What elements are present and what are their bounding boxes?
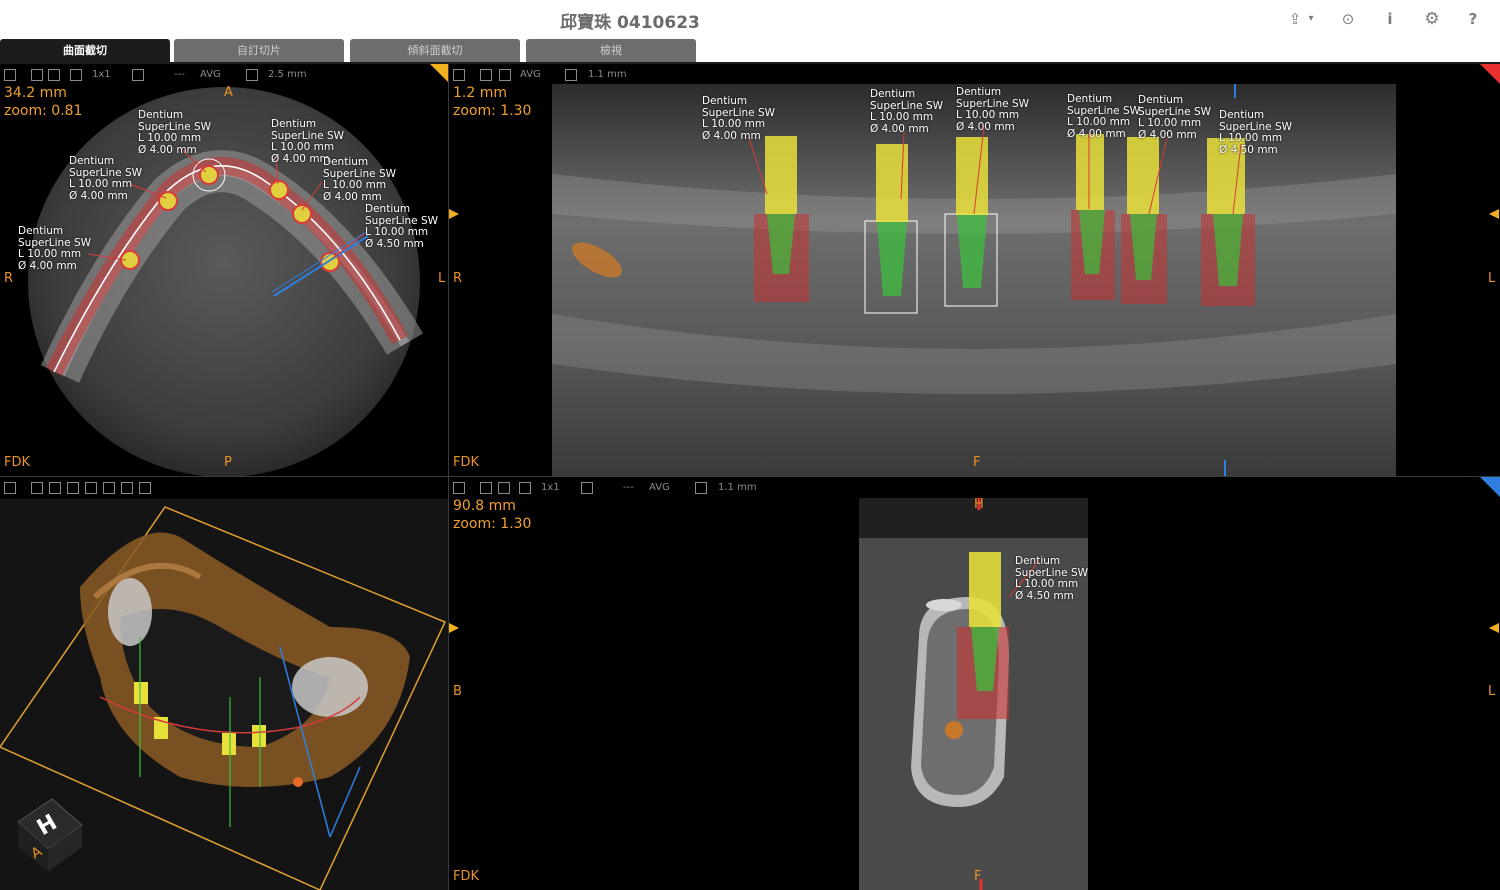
tab-custom-slice[interactable]: 自訂切片 <box>174 39 344 62</box>
orient-left: B <box>453 684 462 699</box>
axial-view[interactable]: 1x1 --- AVG 2.5 mm 34.2 mm zoom: 0.81 A … <box>0 64 448 476</box>
orient-bottom: P <box>224 455 232 470</box>
slice-handle-left[interactable] <box>449 209 459 219</box>
tab-oblique-slice[interactable]: 傾斜面截切 <box>350 39 520 62</box>
view-corner-marker <box>1480 477 1500 497</box>
help-icon[interactable]: ? <box>1462 8 1484 30</box>
recon-label: FDK <box>4 455 31 470</box>
volume-3d-view[interactable]: H A <box>0 477 448 890</box>
zoom-level: zoom: 1.30 <box>453 103 532 119</box>
implant-label: Dentium SuperLine SW L 10.00 mm Ø 4.50 m… <box>1015 555 1089 602</box>
implant-label: Dentium SuperLine SW L 10.00 mm Ø 4.00 m… <box>18 225 92 272</box>
implant-label: Dentium SuperLine SW L 10.00 mm Ø 4.00 m… <box>1138 94 1212 141</box>
volume-image <box>0 499 448 890</box>
info-icon[interactable]: i <box>1379 8 1401 30</box>
implant-label: Dentium SuperLine SW L 10.00 mm Ø 4.50 m… <box>1219 109 1293 156</box>
orient-bottom: F <box>973 455 981 470</box>
tab-curved-slice[interactable]: 曲面截切 <box>0 39 170 62</box>
orient-left: R <box>4 271 14 286</box>
view-corner-marker <box>430 64 448 82</box>
slice-handle-right[interactable] <box>1489 623 1499 633</box>
zoom-level: zoom: 1.30 <box>453 516 532 532</box>
orient-top: H <box>974 497 984 512</box>
tab-view[interactable]: 檢視 <box>526 39 696 62</box>
implant-label: Dentium SuperLine SW L 10.00 mm Ø 4.00 m… <box>323 156 397 203</box>
cross-section-image <box>859 498 1088 890</box>
tab-bar: 曲面截切 自訂切片 傾斜面截切 檢視 <box>0 38 1500 62</box>
implant-label: Dentium SuperLine SW L 10.00 mm Ø 4.00 m… <box>69 155 143 202</box>
orient-right: L <box>1488 271 1496 286</box>
orient-top: A <box>224 85 233 100</box>
slice-handle-left[interactable] <box>449 623 459 633</box>
zoom-level: zoom: 0.81 <box>4 103 83 119</box>
view-corner-marker <box>1480 64 1500 84</box>
cross-section-view[interactable]: 1x1 --- AVG 1.1 mm 90.8 mm zoom: 1.30 H … <box>449 477 1500 890</box>
slice-position: 1.2 mm <box>453 85 507 101</box>
app-title: 邱寶珠 0410623 <box>560 13 700 33</box>
slice-position: 90.8 mm <box>453 498 516 514</box>
view-divider[interactable] <box>0 476 1500 477</box>
implant-label: Dentium SuperLine SW L 10.00 mm Ø 4.50 m… <box>365 203 439 250</box>
view-divider[interactable] <box>448 64 449 890</box>
recon-label: FDK <box>453 869 480 884</box>
title-bar: 邱寶珠 0410623 ⇪ ▾ ⊙ i ⚙ ? <box>0 0 1500 38</box>
implant-label: Dentium SuperLine SW L 10.00 mm Ø 4.00 m… <box>702 95 776 142</box>
implant-label: Dentium SuperLine SW L 10.00 mm Ø 4.00 m… <box>956 86 1030 133</box>
implant-label: Dentium SuperLine SW L 10.00 mm Ø 4.00 m… <box>870 88 944 135</box>
implant-label: Dentium SuperLine SW L 10.00 mm Ø 4.00 m… <box>138 109 212 156</box>
orient-right: L <box>438 271 446 286</box>
slice-position: 34.2 mm <box>4 85 67 101</box>
export-icon[interactable]: ⇪ <box>1284 8 1306 30</box>
implant-label: Dentium SuperLine SW L 10.00 mm Ø 4.00 m… <box>1067 93 1141 140</box>
orient-bottom: F <box>974 869 982 884</box>
panoramic-view[interactable]: AVG 1.1 mm 1.2 mm zoom: 1.30 R L F FDK D… <box>449 64 1500 476</box>
target-icon[interactable]: ⊙ <box>1337 8 1359 30</box>
orient-left: R <box>453 271 463 286</box>
settings-icon[interactable]: ⚙ <box>1421 8 1443 30</box>
recon-label: FDK <box>453 455 480 470</box>
export-dropdown-icon[interactable]: ▾ <box>1304 8 1318 30</box>
orient-right: L <box>1488 684 1496 699</box>
slice-handle-right[interactable] <box>1489 209 1499 219</box>
